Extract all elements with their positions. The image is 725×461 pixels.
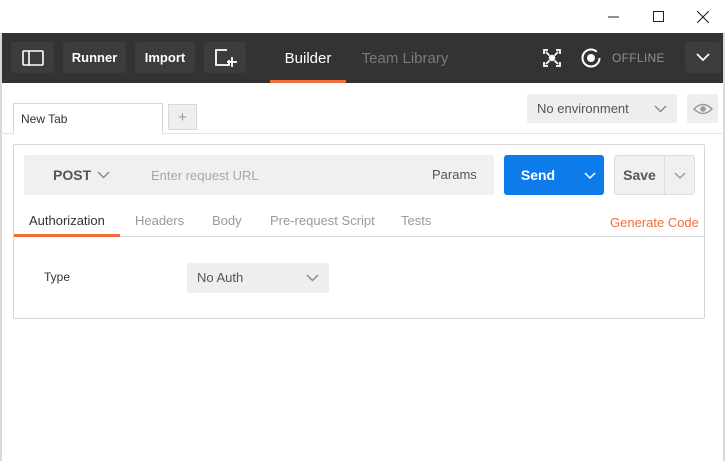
method-select[interactable]: POST bbox=[53, 155, 91, 195]
interceptor-button[interactable] bbox=[539, 45, 565, 71]
main-toolbar: Runner Import Builder Team Library OFFLI… bbox=[2, 33, 723, 83]
active-subtab-indicator bbox=[14, 234, 120, 237]
auth-type-label: Type bbox=[44, 270, 71, 284]
url-input[interactable] bbox=[140, 158, 410, 192]
auth-type-selected-label: No Auth bbox=[197, 270, 244, 285]
chevron-down-icon[interactable] bbox=[97, 155, 110, 195]
send-label: Send bbox=[520, 167, 556, 183]
minimize-button[interactable] bbox=[590, 0, 636, 33]
environment-select[interactable]: No environment bbox=[527, 94, 677, 123]
maximize-button[interactable] bbox=[635, 0, 681, 33]
sidebar-toggle-icon bbox=[21, 49, 44, 66]
generate-code-link[interactable]: Generate Code bbox=[610, 207, 699, 238]
close-icon bbox=[697, 10, 709, 23]
chevron-down-icon bbox=[696, 53, 710, 62]
runner-button[interactable]: Runner bbox=[63, 42, 126, 73]
save-options-chevron[interactable] bbox=[665, 156, 694, 194]
save-button[interactable]: Save bbox=[614, 155, 695, 195]
subtab-authorization[interactable]: Authorization bbox=[29, 205, 105, 236]
maximize-icon bbox=[652, 11, 664, 22]
request-tab[interactable]: New Tab bbox=[13, 103, 163, 134]
subtab-body[interactable]: Body bbox=[212, 205, 242, 236]
sync-icon bbox=[581, 48, 601, 68]
window-border-left bbox=[0, 33, 2, 461]
new-window-icon bbox=[215, 48, 237, 67]
chevron-down-icon bbox=[584, 171, 596, 179]
minimize-icon bbox=[607, 16, 619, 18]
send-options-chevron[interactable] bbox=[576, 155, 604, 195]
tab-builder[interactable]: Builder bbox=[270, 33, 346, 83]
auth-type-select[interactable]: No Auth bbox=[187, 263, 329, 293]
chevron-down-icon bbox=[306, 263, 319, 293]
subtab-pre-request-script[interactable]: Pre-request Script bbox=[270, 205, 375, 236]
interceptor-icon bbox=[543, 49, 561, 67]
chevron-down-icon bbox=[674, 172, 685, 179]
subtab-headers[interactable]: Headers bbox=[135, 205, 184, 236]
send-button[interactable]: Send bbox=[504, 155, 604, 195]
sync-status-button[interactable] bbox=[578, 45, 604, 71]
tab-team-library[interactable]: Team Library bbox=[358, 33, 452, 83]
window-titlebar bbox=[0, 0, 725, 33]
new-window-button[interactable] bbox=[204, 42, 246, 73]
params-button[interactable]: Params bbox=[432, 155, 477, 195]
save-label: Save bbox=[623, 167, 656, 183]
close-button[interactable] bbox=[680, 0, 725, 33]
environment-quick-look-button[interactable] bbox=[687, 94, 718, 123]
subtab-tests[interactable]: Tests bbox=[401, 205, 431, 236]
add-tab-button[interactable]: + bbox=[168, 104, 197, 130]
import-button[interactable]: Import bbox=[135, 42, 195, 73]
settings-menu-button[interactable] bbox=[685, 42, 721, 73]
sidebar-toggle-button[interactable] bbox=[11, 42, 54, 73]
chevron-down-icon bbox=[654, 94, 667, 123]
environment-selected-label: No environment bbox=[537, 101, 629, 116]
eye-icon bbox=[692, 103, 713, 114]
sync-status-text: OFFLINE bbox=[612, 51, 665, 65]
